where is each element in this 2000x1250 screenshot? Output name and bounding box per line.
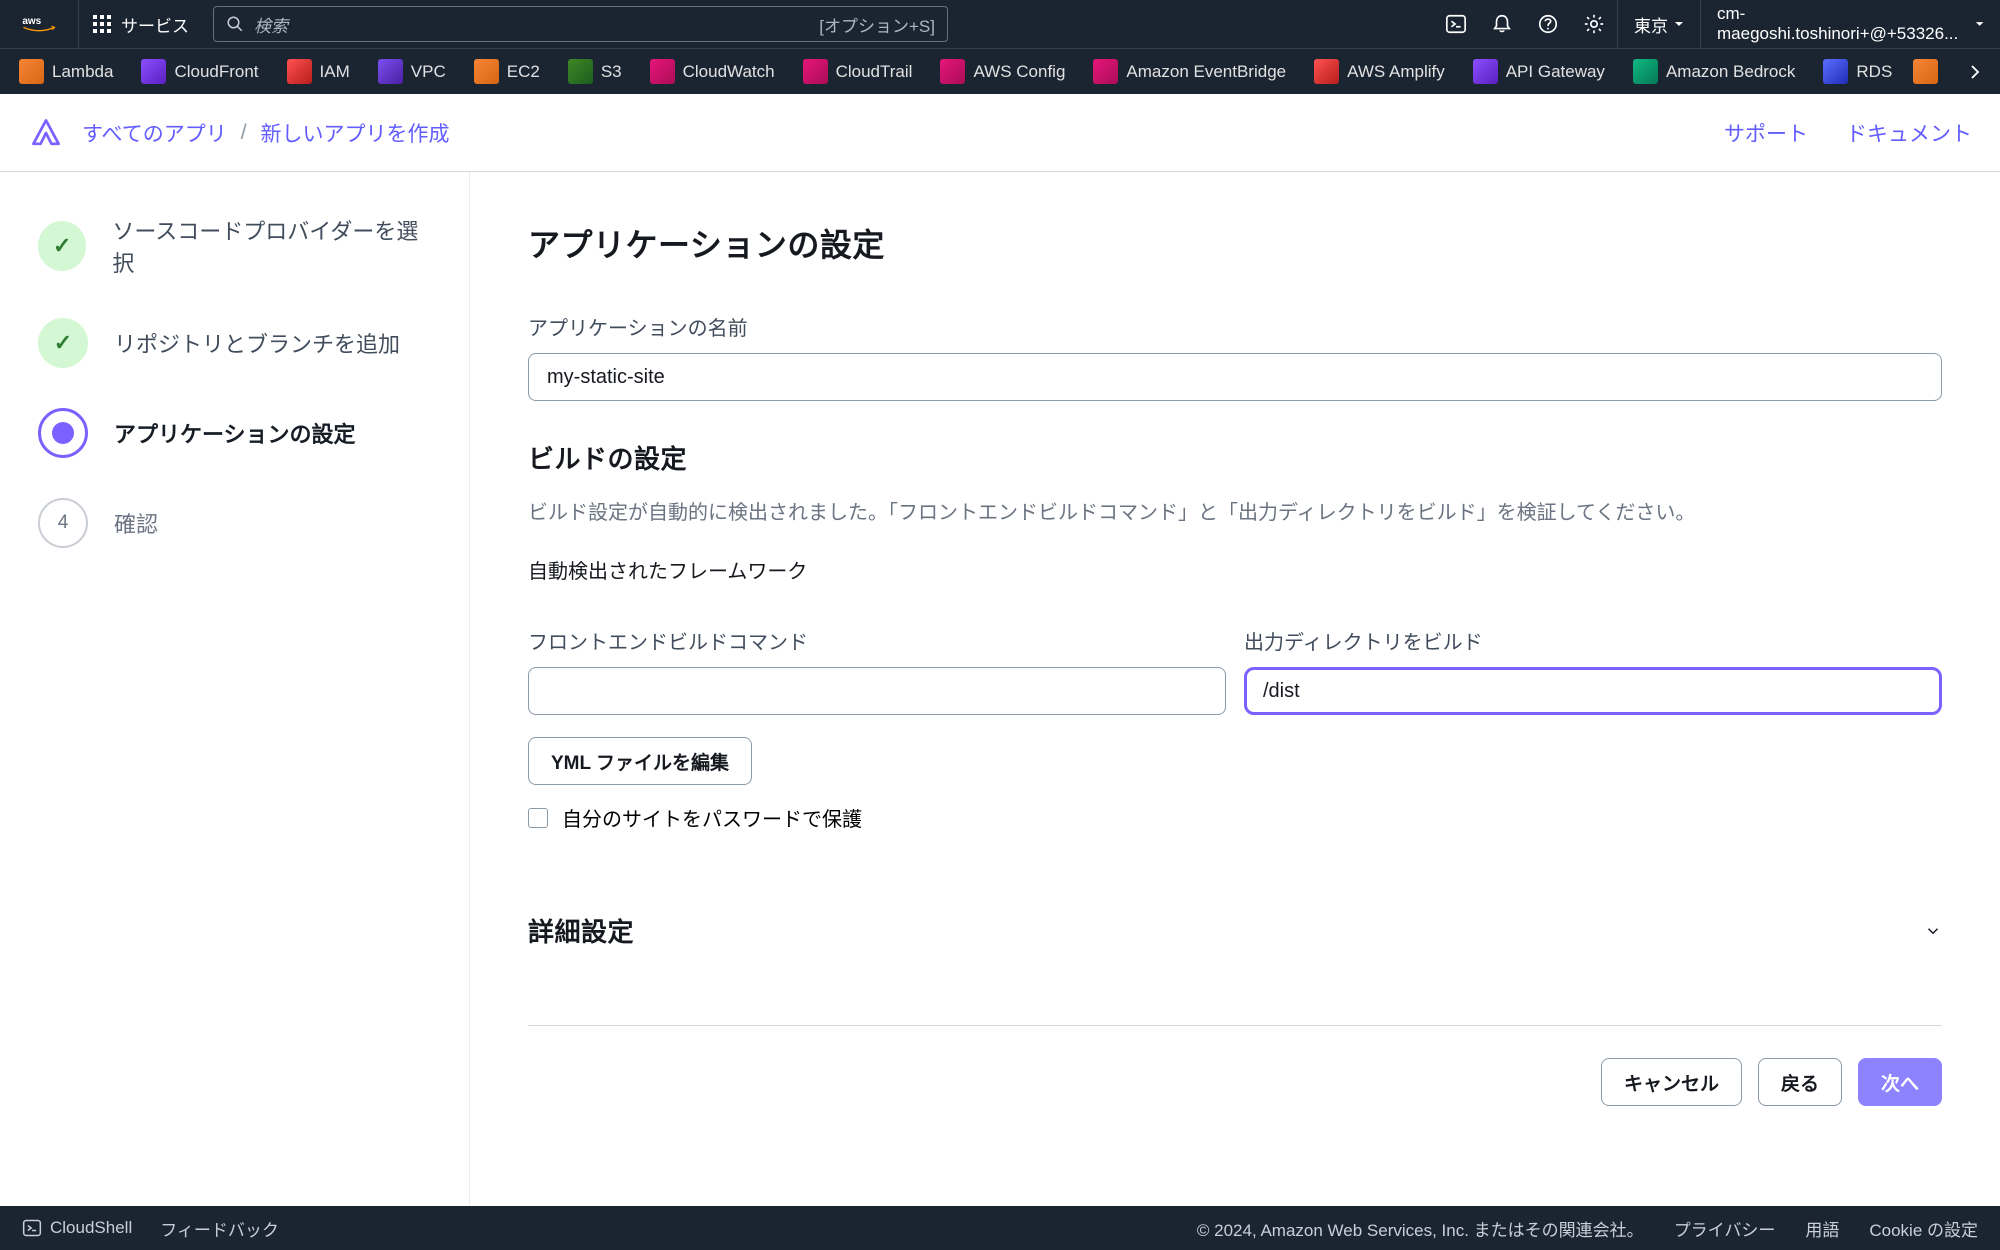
amplify-header: すべてのアプリ / 新しいアプリを作成 サポート ドキュメント bbox=[0, 94, 2000, 172]
svc-s3[interactable]: S3 bbox=[557, 49, 633, 95]
crumb-all-apps[interactable]: すべてのアプリ bbox=[82, 118, 227, 148]
svc-bedrock[interactable]: Amazon Bedrock bbox=[1622, 49, 1806, 95]
svc-eventbridge[interactable]: Amazon EventBridge bbox=[1082, 49, 1297, 95]
build-cmd-label: フロントエンドビルドコマンド bbox=[528, 626, 1226, 655]
password-protect-label: 自分のサイトをパスワードで保護 bbox=[562, 803, 862, 832]
next-button[interactable]: 次へ bbox=[1858, 1058, 1942, 1106]
framework-label: 自動検出されたフレームワーク bbox=[528, 555, 1942, 584]
step-2[interactable]: ✓ リポジトリとブランチを追加 bbox=[38, 318, 429, 368]
account-selector[interactable]: cm-maegoshi.toshinori+@+53326... bbox=[1700, 0, 2000, 48]
support-link[interactable]: サポート bbox=[1724, 118, 1808, 148]
caret-down-icon bbox=[1674, 19, 1684, 29]
cloudshell-icon[interactable] bbox=[1433, 0, 1479, 48]
app-name-input[interactable] bbox=[528, 353, 1942, 401]
step-3-label: アプリケーションの設定 bbox=[114, 417, 356, 449]
caret-down-icon bbox=[1975, 19, 1984, 29]
amplify-logo-icon[interactable] bbox=[28, 115, 64, 151]
step-1-label: ソースコードプロバイダーを選択 bbox=[112, 214, 429, 278]
svc-iam[interactable]: IAM bbox=[276, 49, 361, 95]
search-icon bbox=[226, 15, 244, 33]
aws-logo[interactable]: aws bbox=[0, 0, 79, 48]
svc-rds[interactable]: RDS bbox=[1812, 49, 1903, 95]
svc-cloudfront[interactable]: CloudFront bbox=[130, 49, 269, 95]
page-title: アプリケーションの設定 bbox=[528, 220, 1942, 266]
copyright: © 2024, Amazon Web Services, Inc. またはその関… bbox=[1197, 1216, 1644, 1241]
build-heading: ビルドの設定 bbox=[528, 439, 1942, 476]
svc-more[interactable] bbox=[1909, 49, 1942, 95]
crumb-current[interactable]: 新しいアプリを作成 bbox=[261, 118, 450, 148]
chevron-down-icon bbox=[1924, 922, 1942, 940]
breadcrumb: すべてのアプリ / 新しいアプリを作成 bbox=[82, 118, 450, 148]
step-4-label: 確認 bbox=[114, 507, 158, 539]
svg-text:aws: aws bbox=[22, 16, 41, 27]
account-label: cm-maegoshi.toshinori+@+53326... bbox=[1717, 4, 1969, 44]
app-name-label: アプリケーションの名前 bbox=[528, 312, 1942, 341]
back-button[interactable]: 戻る bbox=[1758, 1058, 1842, 1106]
crumb-sep: / bbox=[241, 121, 247, 145]
step-check-icon: ✓ bbox=[38, 221, 86, 271]
search-placeholder: 検索 bbox=[254, 12, 288, 37]
terms-link[interactable]: 用語 bbox=[1805, 1216, 1839, 1241]
output-dir-label: 出力ディレクトリをビルド bbox=[1244, 626, 1942, 655]
cancel-button[interactable]: キャンセル bbox=[1601, 1058, 1742, 1106]
help-icon[interactable] bbox=[1525, 0, 1571, 48]
content: アプリケーションの設定 アプリケーションの名前 ビルドの設定 ビルド設定が自動的… bbox=[470, 172, 2000, 1206]
advanced-heading: 詳細設定 bbox=[528, 912, 634, 949]
step-2-label: リポジトリとブランチを追加 bbox=[114, 327, 400, 359]
region-selector[interactable]: 東京 bbox=[1617, 0, 1700, 48]
docs-link[interactable]: ドキュメント bbox=[1846, 118, 1972, 148]
region-label: 東京 bbox=[1634, 12, 1668, 37]
stepper: ✓ ソースコードプロバイダーを選択 ✓ リポジトリとブランチを追加 アプリケーシ… bbox=[0, 172, 470, 1206]
cookie-link[interactable]: Cookie の設定 bbox=[1869, 1216, 1978, 1241]
output-dir-input[interactable] bbox=[1244, 667, 1942, 715]
edit-yml-button[interactable]: YML ファイルを編集 bbox=[528, 737, 752, 785]
build-cmd-input[interactable] bbox=[528, 667, 1226, 715]
step-num-icon: 4 bbox=[38, 498, 88, 548]
main: ✓ ソースコードプロバイダーを選択 ✓ リポジトリとブランチを追加 アプリケーシ… bbox=[0, 172, 2000, 1206]
services-label: サービス bbox=[121, 12, 189, 37]
scroll-right-icon[interactable] bbox=[1958, 49, 1992, 95]
notifications-icon[interactable] bbox=[1479, 0, 1525, 48]
password-protect-checkbox[interactable] bbox=[528, 808, 548, 828]
search-input[interactable]: 検索 [オプション+S] bbox=[213, 6, 948, 42]
svc-lambda[interactable]: Lambda bbox=[8, 49, 124, 95]
svc-vpc[interactable]: VPC bbox=[367, 49, 457, 95]
svc-amplify[interactable]: AWS Amplify bbox=[1303, 49, 1456, 95]
search-shortcut: [オプション+S] bbox=[819, 12, 935, 37]
svc-cloudwatch[interactable]: CloudWatch bbox=[639, 49, 786, 95]
step-1[interactable]: ✓ ソースコードプロバイダーを選択 bbox=[38, 214, 429, 278]
svc-config[interactable]: AWS Config bbox=[929, 49, 1076, 95]
step-active-icon bbox=[38, 408, 88, 458]
footer: CloudShell フィードバック © 2024, Amazon Web Se… bbox=[0, 1206, 2000, 1250]
top-nav: aws サービス 検索 [オプション+S] 東京 cm-maegoshi.tos… bbox=[0, 0, 2000, 48]
svc-cloudtrail[interactable]: CloudTrail bbox=[792, 49, 924, 95]
action-buttons: キャンセル 戻る 次へ bbox=[528, 1058, 1942, 1106]
divider bbox=[528, 1025, 1942, 1026]
settings-icon[interactable] bbox=[1571, 0, 1617, 48]
cloudshell-link[interactable]: CloudShell bbox=[22, 1218, 132, 1238]
service-bar: Lambda CloudFront IAM VPC EC2 S3 CloudWa… bbox=[0, 48, 2000, 94]
step-4[interactable]: 4 確認 bbox=[38, 498, 429, 548]
step-3[interactable]: アプリケーションの設定 bbox=[38, 408, 429, 458]
services-menu[interactable]: サービス bbox=[79, 0, 203, 48]
step-check-icon: ✓ bbox=[38, 318, 88, 368]
svc-apigateway[interactable]: API Gateway bbox=[1462, 49, 1616, 95]
build-desc: ビルド設定が自動的に検出されました。「フロントエンドビルドコマンド」と「出力ディ… bbox=[528, 496, 1942, 525]
svc-ec2[interactable]: EC2 bbox=[463, 49, 551, 95]
privacy-link[interactable]: プライバシー bbox=[1674, 1216, 1776, 1241]
cloudshell-label: CloudShell bbox=[50, 1218, 132, 1238]
advanced-settings-accordion[interactable]: 詳細設定 bbox=[528, 880, 1942, 981]
password-protect-row[interactable]: 自分のサイトをパスワードで保護 bbox=[528, 803, 1942, 832]
search-wrap: 検索 [オプション+S] bbox=[213, 6, 948, 42]
feedback-link[interactable]: フィードバック bbox=[160, 1216, 279, 1241]
